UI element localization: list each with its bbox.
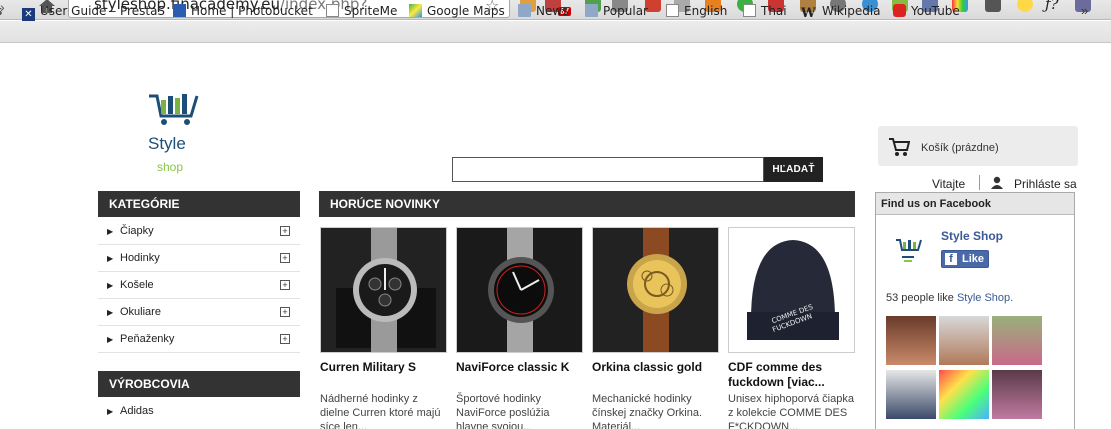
category-item[interactable]: ▶ Okuliare + <box>98 299 300 326</box>
bullet-arrow-icon: ▶ <box>107 227 114 236</box>
cart-label[interactable]: Košík (prázdne) <box>921 142 999 154</box>
bookmark-english[interactable]: English <box>666 4 727 20</box>
bookmark-folder-popular[interactable]: Popular <box>585 4 648 20</box>
facebook-like-count: 53 people like Style Shop. <box>886 292 1014 304</box>
google-maps-icon <box>409 4 422 17</box>
facebook-widget-title: Find us on Facebook <box>876 193 1074 215</box>
bookmark-thai[interactable]: Thai <box>743 4 787 20</box>
photobucket-icon <box>173 4 186 17</box>
product-image-naviforce-watch[interactable] <box>456 227 583 353</box>
bookmark-user-guide[interactable]: ✕ User Guide – PrestaS <box>22 4 165 21</box>
product-name[interactable]: Curren Military S <box>320 360 450 375</box>
bullet-arrow-icon: ▶ <box>107 308 114 317</box>
fan-avatar[interactable] <box>939 370 989 419</box>
logo-text-style: Style <box>148 134 186 153</box>
search-button[interactable]: HĽADAŤ <box>764 157 823 182</box>
bookmark-youtube[interactable]: YouTube <box>893 4 960 20</box>
logo-text-shop: shop <box>157 160 184 174</box>
category-item[interactable]: ▶ Čiapky + <box>98 218 300 245</box>
product-image-cdf-beanie[interactable]: COMME DES FUCKDOWN <box>728 227 855 353</box>
wikipedia-icon: W <box>801 6 816 21</box>
expand-plus-icon[interactable]: + <box>280 253 290 263</box>
manufacturer-item[interactable]: ▶ Adidas <box>98 398 300 425</box>
facebook-page-name[interactable]: Style Shop <box>941 229 1003 243</box>
cart-icon <box>889 138 910 156</box>
welcome-text: Vitajte <box>932 177 966 191</box>
facebook-like-button[interactable]: f Like <box>941 250 989 268</box>
product-name[interactable]: NaviForce classic K <box>456 360 586 375</box>
youtube-icon <box>893 4 906 17</box>
manufacturers-heading: VÝROBCOVIA <box>98 371 300 397</box>
login-link[interactable]: Prihláste sa <box>1014 177 1077 191</box>
fan-avatar[interactable] <box>886 316 936 365</box>
fan-avatar[interactable] <box>886 370 936 419</box>
page-icon <box>743 4 756 17</box>
bullet-arrow-icon: ▶ <box>107 335 114 344</box>
bookmark-folder-news[interactable]: News <box>518 4 568 20</box>
expand-plus-icon[interactable]: + <box>280 334 290 344</box>
bullet-arrow-icon: ▶ <box>107 254 114 263</box>
page-icon <box>326 4 339 17</box>
facebook-page-link[interactable]: Style Shop. <box>957 292 1013 304</box>
function-icon[interactable]: ƒ? <box>1045 0 1061 12</box>
bookmark-wikipedia[interactable]: W Wikipedia <box>801 4 881 20</box>
bookmark-spriteme[interactable]: SpriteMe <box>326 4 397 20</box>
product-description: Nádherné hodinky z dielne Curren ktoré m… <box>320 393 441 429</box>
product-name[interactable]: CDF comme des fuckdown [viac... <box>728 360 838 390</box>
search-input[interactable] <box>452 157 764 182</box>
user-icon <box>991 176 1003 189</box>
forward-arrow-icon[interactable]: › <box>0 0 20 18</box>
product-name[interactable]: Orkina classic gold <box>592 360 722 375</box>
expand-plus-icon[interactable]: + <box>280 307 290 317</box>
product-image-orkina-watch[interactable] <box>592 227 719 353</box>
extension-icon[interactable] <box>985 0 1001 12</box>
fan-avatar[interactable] <box>939 316 989 365</box>
bookmark-google-maps[interactable]: Google Maps <box>409 4 505 20</box>
new-products-heading: HORÚCE NOVINKY <box>319 191 855 217</box>
category-item[interactable]: ▶ Hodinky + <box>98 245 300 272</box>
bookmark-item[interactable]: s <box>0 4 2 20</box>
shop-logo-icon[interactable] <box>893 236 923 266</box>
bullet-arrow-icon: ▶ <box>107 281 114 290</box>
folder-icon <box>518 4 531 17</box>
expand-plus-icon[interactable]: + <box>280 280 290 290</box>
fan-avatar[interactable] <box>992 370 1042 419</box>
product-description: Mechanické hodinky čínskej značky Orkina… <box>592 393 703 429</box>
page-icon <box>666 4 679 17</box>
prestashop-icon: ✕ <box>22 8 35 21</box>
bullet-arrow-icon: ▶ <box>107 407 114 416</box>
category-item[interactable]: ▶ Peňaženky + <box>98 326 300 353</box>
product-description: Unisex hiphoporvá čiapka z kolekcie COMM… <box>728 393 854 429</box>
bookmarks-bar <box>0 21 1111 43</box>
product-description: Športové hodinky NaviForce poslúžia hlav… <box>456 393 550 429</box>
facebook-icon: f <box>945 253 957 265</box>
divider <box>979 175 980 190</box>
product-image-curren-watch[interactable] <box>320 227 447 353</box>
fan-avatar[interactable] <box>992 316 1042 365</box>
bookmark-photobucket[interactable]: Home | Photobucket <box>173 4 313 20</box>
categories-heading: KATEGÓRIE <box>98 191 300 217</box>
bookmarks-more-chevron-icon[interactable]: » <box>1081 3 1088 18</box>
folder-icon <box>585 4 598 17</box>
category-item[interactable]: ▶ Košele + <box>98 272 300 299</box>
expand-plus-icon[interactable]: + <box>280 226 290 236</box>
